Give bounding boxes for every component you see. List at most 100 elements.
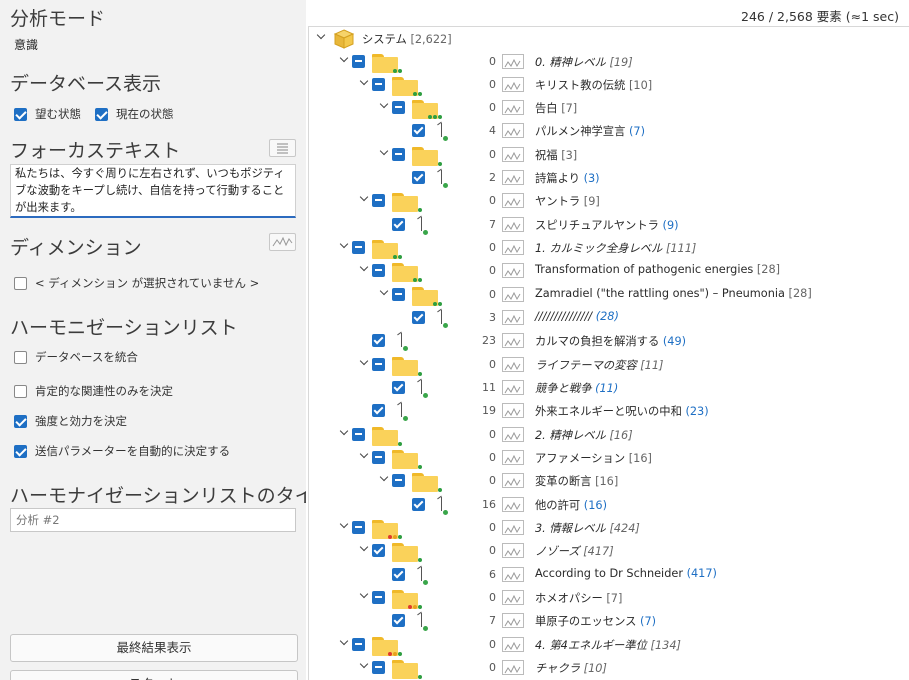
chevron-down-icon[interactable]	[339, 428, 349, 438]
tree-row-checkbox[interactable]	[392, 381, 405, 395]
final-results-button[interactable]: 最終結果表示	[10, 634, 298, 662]
tree-row[interactable]: 0 ホメオパシー [7]	[306, 587, 909, 610]
tree-row[interactable]: 2 詩篇より (3)	[306, 167, 909, 190]
waveform-icon[interactable]	[502, 613, 524, 629]
tree-row-checkbox[interactable]	[412, 124, 425, 138]
chevron-down-icon[interactable]	[316, 32, 326, 42]
current-state-checkbox[interactable]	[95, 107, 108, 121]
tree-row-checkbox[interactable]	[392, 147, 405, 161]
tree-row-checkbox[interactable]	[392, 614, 405, 628]
tree-row[interactable]: 11 競争と戦争 (11)	[306, 377, 909, 400]
auto-params-checkbox[interactable]	[14, 444, 27, 458]
waveform-icon[interactable]	[502, 590, 524, 606]
chevron-down-icon[interactable]	[339, 241, 349, 251]
tree-row[interactable]: 0 ヤントラ [9]	[306, 190, 909, 213]
tree-row[interactable]: 0 Transformation of pathogenic energies […	[306, 260, 909, 283]
tree-row-checkbox[interactable]	[372, 451, 385, 465]
waveform-icon[interactable]	[502, 450, 524, 466]
waveform-icon[interactable]	[502, 496, 524, 512]
merge-db-checkbox[interactable]	[14, 350, 27, 364]
tree-row[interactable]: 0 Zamradiel ("the rattling ones") – Pneum…	[306, 284, 909, 307]
chevron-down-icon[interactable]	[339, 638, 349, 648]
tree-row[interactable]: 0 チャクラ [10]	[306, 657, 909, 680]
waveform-icon[interactable]	[502, 566, 524, 582]
waveform-icon[interactable]	[502, 146, 524, 162]
tree-row-checkbox[interactable]	[392, 474, 405, 488]
chevron-down-icon[interactable]	[379, 288, 389, 298]
focus-text-input[interactable]: 私たちは、今すぐ周りに左右されず、いつもポジティブな波動をキープし続け、自信を持…	[10, 164, 296, 218]
tree-row-checkbox[interactable]	[372, 334, 385, 348]
strength-option[interactable]: 強度と効力を決定	[14, 413, 127, 429]
chevron-down-icon[interactable]	[359, 591, 369, 601]
waveform-icon[interactable]	[502, 216, 524, 232]
tree-row[interactable]: 0 告白 [7]	[306, 97, 909, 120]
strength-checkbox[interactable]	[14, 414, 27, 428]
waveform-icon[interactable]	[502, 660, 524, 676]
tree-row[interactable]: 4 パルメン神学宣言 (7)	[306, 120, 909, 143]
tree-row-checkbox[interactable]	[412, 497, 425, 511]
list-icon[interactable]	[269, 139, 296, 157]
chevron-down-icon[interactable]	[359, 78, 369, 88]
tree-row[interactable]: 23 カルマの負担を解消する (49)	[306, 330, 909, 353]
start-button[interactable]: スタート	[10, 670, 298, 680]
tree-row-checkbox[interactable]	[372, 404, 385, 418]
tree-row-checkbox[interactable]	[412, 171, 425, 185]
waveform-icon[interactable]	[502, 636, 524, 652]
chevron-down-icon[interactable]	[359, 194, 369, 204]
tree-row-checkbox[interactable]	[352, 241, 365, 255]
tree-row[interactable]: 0 ノゾーズ [417]	[306, 540, 909, 563]
tree-row-checkbox[interactable]	[392, 217, 405, 231]
waveform-icon[interactable]	[502, 100, 524, 116]
tree-row[interactable]: 0 0. 精神レベル [19]	[306, 51, 909, 74]
tree-row-checkbox[interactable]	[352, 427, 365, 441]
waveform-icon[interactable]	[502, 403, 524, 419]
tree-row-checkbox[interactable]	[352, 521, 365, 535]
tree-row[interactable]: 6 According to Dr Schneider (417)	[306, 564, 909, 587]
positive-only-option[interactable]: 肯定的な関連性のみを決定	[14, 383, 173, 399]
tree-row[interactable]: 0 3. 情報レベル [424]	[306, 517, 909, 540]
tree-root-row[interactable]: システム [2,622]	[306, 28, 909, 51]
waveform-icon[interactable]	[502, 263, 524, 279]
waveform-icon[interactable]	[502, 240, 524, 256]
waveform-icon[interactable]	[502, 520, 524, 536]
tree-row-checkbox[interactable]	[412, 311, 425, 325]
tree-row-checkbox[interactable]	[372, 77, 385, 91]
tree-row-checkbox[interactable]	[352, 54, 365, 68]
waveform-icon[interactable]	[502, 53, 524, 69]
chevron-down-icon[interactable]	[359, 544, 369, 554]
chevron-down-icon[interactable]	[359, 264, 369, 274]
waveform-icon[interactable]	[502, 426, 524, 442]
waveform-icon[interactable]	[502, 333, 524, 349]
tree-row-checkbox[interactable]	[372, 194, 385, 208]
tree-row-checkbox[interactable]	[372, 544, 385, 558]
chevron-down-icon[interactable]	[359, 358, 369, 368]
tree-row-checkbox[interactable]	[372, 661, 385, 675]
chevron-down-icon[interactable]	[379, 101, 389, 111]
tree-row-checkbox[interactable]	[392, 101, 405, 115]
tree-row[interactable]: 0 キリスト教の伝統 [10]	[306, 74, 909, 97]
tree-row-checkbox[interactable]	[372, 357, 385, 371]
tree-row-checkbox[interactable]	[392, 287, 405, 301]
dimension-none-checkbox[interactable]	[14, 276, 27, 290]
tree-row[interactable]: 0 1. カルミック全身レベル [111]	[306, 237, 909, 260]
tree-row[interactable]: 19 外来エネルギーと呪いの中和 (23)	[306, 400, 909, 423]
tree-row[interactable]: 0 2. 精神レベル [16]	[306, 424, 909, 447]
positive-only-checkbox[interactable]	[14, 384, 27, 398]
waveform-icon[interactable]	[502, 76, 524, 92]
desired-state-checkbox[interactable]	[14, 107, 27, 121]
tree-row[interactable]: 0 祝福 [3]	[306, 144, 909, 167]
waveform-icon[interactable]	[502, 193, 524, 209]
waveform-icon[interactable]	[502, 380, 524, 396]
tree-row[interactable]: 3 /////////////// (28)	[306, 307, 909, 330]
chevron-down-icon[interactable]	[339, 55, 349, 65]
auto-params-option[interactable]: 送信パラメーターを自動的に決定する	[14, 443, 230, 459]
chevron-down-icon[interactable]	[359, 661, 369, 671]
waveform-icon[interactable]	[502, 543, 524, 559]
tree-row[interactable]: 0 4. 第4エネルギー準位 [134]	[306, 634, 909, 657]
tree-row[interactable]: 0 アファメーション [16]	[306, 447, 909, 470]
merge-db-option[interactable]: データベースを統合	[14, 349, 138, 365]
tree-row[interactable]: 0 変革の断言 [16]	[306, 470, 909, 493]
chevron-down-icon[interactable]	[379, 474, 389, 484]
chevron-down-icon[interactable]	[359, 451, 369, 461]
tree-row[interactable]: 7 単原子のエッセンス (7)	[306, 610, 909, 633]
